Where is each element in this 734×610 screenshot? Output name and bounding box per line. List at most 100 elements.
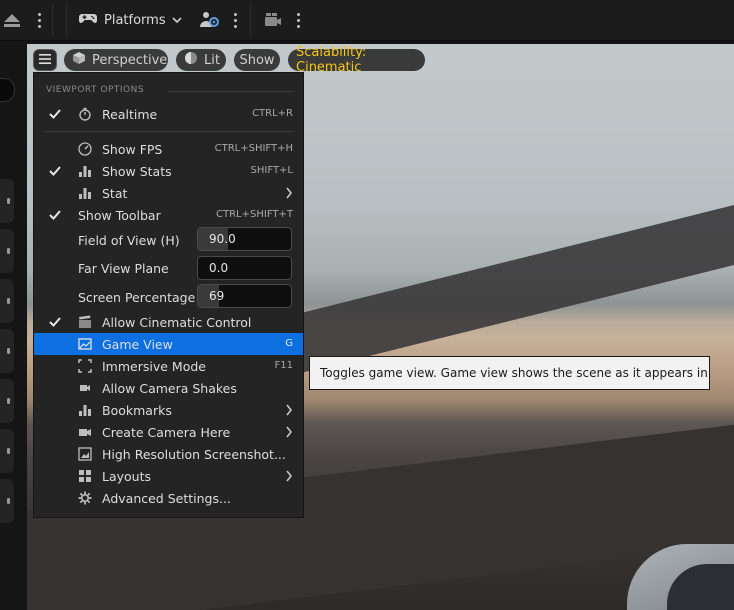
panel-tab[interactable] bbox=[0, 279, 14, 323]
menu-item-stat[interactable]: Stat bbox=[34, 182, 303, 204]
show-button[interactable]: Show bbox=[234, 49, 280, 71]
bar-chart-icon bbox=[78, 164, 92, 178]
menu-item-bookmarks[interactable]: Bookmarks bbox=[34, 399, 303, 421]
stopwatch-icon bbox=[78, 107, 92, 121]
perspective-label: Perspective bbox=[92, 52, 168, 68]
menu-item-label: Immersive Mode bbox=[102, 359, 206, 374]
panel-tab[interactable] bbox=[0, 179, 14, 223]
menu-item-label: Far View Plane bbox=[78, 261, 169, 276]
menu-item-show-toolbar[interactable]: Show Toolbar CTRL+SHIFT+T bbox=[34, 204, 303, 226]
menu-item-label: Allow Cinematic Control bbox=[102, 315, 252, 330]
tooltip-text: Toggles game view. Game view shows the s… bbox=[320, 366, 710, 380]
chevron-right-icon bbox=[285, 470, 293, 482]
bar-chart-icon bbox=[78, 403, 92, 417]
toolbar-divider bbox=[66, 4, 67, 36]
cinematics-options-icon[interactable] bbox=[293, 8, 303, 32]
platforms-button[interactable]: Platforms bbox=[78, 6, 182, 34]
menu-item-realtime[interactable]: Realtime CTRL+R bbox=[34, 103, 303, 125]
menu-item-immersive-mode[interactable]: Immersive Mode F11 bbox=[34, 355, 303, 377]
menu-item-shortcut: F11 bbox=[274, 360, 293, 371]
far-view-plane-value: 0.0 bbox=[209, 261, 229, 275]
gamepad-icon bbox=[78, 10, 98, 30]
far-view-plane-input[interactable]: 0.0 bbox=[197, 256, 292, 280]
layout-grid-icon bbox=[78, 469, 92, 483]
menu-item-allow-camera-shakes[interactable]: Allow Camera Shakes bbox=[34, 377, 303, 399]
cinematics-icon[interactable] bbox=[260, 8, 284, 32]
menu-item-label: Screen Percentage bbox=[78, 290, 196, 305]
camera-add-icon bbox=[78, 425, 92, 439]
menu-item-shortcut: CTRL+SHIFT+H bbox=[214, 143, 293, 154]
menu-divider bbox=[44, 131, 293, 132]
menu-item-label: Advanced Settings... bbox=[102, 491, 231, 506]
menu-item-create-camera-here[interactable]: Create Camera Here bbox=[34, 421, 303, 443]
hamburger-icon bbox=[39, 53, 51, 68]
menu-item-label: Allow Camera Shakes bbox=[102, 381, 237, 396]
menu-item-show-stats[interactable]: Show Stats SHIFT+L bbox=[34, 160, 303, 182]
toolbar-divider bbox=[52, 4, 53, 36]
perspective-button[interactable]: Perspective bbox=[64, 49, 168, 71]
clapperboard-icon bbox=[78, 315, 92, 329]
cube-icon bbox=[72, 51, 86, 69]
menu-item-label: Game View bbox=[102, 337, 173, 352]
view-mode-button[interactable]: Lit bbox=[176, 49, 226, 71]
panel-toggle[interactable] bbox=[0, 78, 15, 102]
lit-label: Lit bbox=[204, 52, 220, 68]
lit-sphere-icon bbox=[184, 51, 198, 69]
panel-tab[interactable] bbox=[0, 479, 14, 523]
menu-item-label: Realtime bbox=[102, 107, 158, 122]
fullscreen-icon bbox=[78, 359, 92, 373]
menu-item-label: Field of View (H) bbox=[78, 233, 180, 248]
menu-item-shortcut: G bbox=[285, 338, 293, 349]
panel-tab[interactable] bbox=[0, 329, 14, 373]
gear-icon bbox=[78, 491, 92, 505]
bar-chart-icon bbox=[78, 186, 92, 200]
screenshot-icon bbox=[78, 447, 92, 461]
chevron-right-icon bbox=[285, 426, 293, 438]
chevron-right-icon bbox=[285, 404, 293, 416]
gauge-icon bbox=[78, 142, 92, 156]
menu-item-game-view[interactable]: Game View G bbox=[34, 333, 303, 355]
menu-item-shortcut: CTRL+R bbox=[252, 108, 293, 119]
scalability-label: Scalability: Cinematic bbox=[296, 45, 367, 75]
menu-item-label: Show Toolbar bbox=[78, 208, 161, 223]
game-view-icon bbox=[78, 337, 92, 351]
panel-tab[interactable] bbox=[0, 429, 14, 473]
game-view-tooltip: Toggles game view. Game view shows the s… bbox=[309, 356, 710, 390]
settings-options-icon[interactable] bbox=[230, 8, 240, 32]
field-of-view-input[interactable]: 90.0 bbox=[197, 227, 292, 251]
chevron-right-icon bbox=[285, 187, 293, 199]
main-toolbar: Platforms bbox=[0, 0, 734, 41]
menu-item-shortcut: CTRL+SHIFT+T bbox=[216, 209, 293, 220]
menu-item-layouts[interactable]: Layouts bbox=[34, 465, 303, 487]
camera-shake-icon bbox=[78, 381, 92, 395]
menu-item-allow-cinematic-control[interactable]: Allow Cinematic Control bbox=[34, 311, 303, 333]
menu-divider bbox=[168, 91, 293, 92]
field-of-view-value: 90.0 bbox=[209, 232, 236, 246]
menu-item-show-fps[interactable]: Show FPS CTRL+SHIFT+H bbox=[34, 138, 303, 160]
checkmark-icon bbox=[48, 208, 62, 222]
screen-percentage-input[interactable]: 69 bbox=[197, 284, 292, 308]
menu-item-label: Bookmarks bbox=[102, 403, 172, 418]
menu-item-label: High Resolution Screenshot... bbox=[102, 447, 286, 462]
chevron-down-icon bbox=[172, 13, 182, 28]
eject-icon[interactable] bbox=[0, 8, 24, 32]
menu-item-label: Create Camera Here bbox=[102, 425, 231, 440]
menu-item-label: Layouts bbox=[102, 469, 152, 484]
menu-item-high-res-screenshot[interactable]: High Resolution Screenshot... bbox=[34, 443, 303, 465]
eject-options-icon[interactable] bbox=[34, 8, 44, 32]
viewport-options-menu: VIEWPORT OPTIONS Realtime CTRL+R Show FP… bbox=[33, 72, 304, 518]
menu-item-shortcut: SHIFT+L bbox=[250, 165, 293, 176]
panel-tab[interactable] bbox=[0, 379, 14, 423]
checkmark-icon bbox=[48, 164, 62, 178]
panel-tab[interactable] bbox=[0, 229, 14, 273]
screen-percentage-value: 69 bbox=[209, 289, 225, 303]
checkmark-icon bbox=[48, 315, 62, 329]
menu-item-advanced-settings[interactable]: Advanced Settings... bbox=[34, 487, 303, 509]
left-panel-strip bbox=[0, 41, 26, 610]
scalability-button[interactable]: Scalability: Cinematic bbox=[288, 45, 425, 75]
viewport-options-button[interactable] bbox=[33, 49, 57, 71]
settings-users-icon[interactable] bbox=[198, 8, 222, 32]
menu-item-label: Show Stats bbox=[102, 164, 172, 179]
checkmark-icon bbox=[48, 107, 62, 121]
menu-item-label: Stat bbox=[102, 186, 128, 201]
